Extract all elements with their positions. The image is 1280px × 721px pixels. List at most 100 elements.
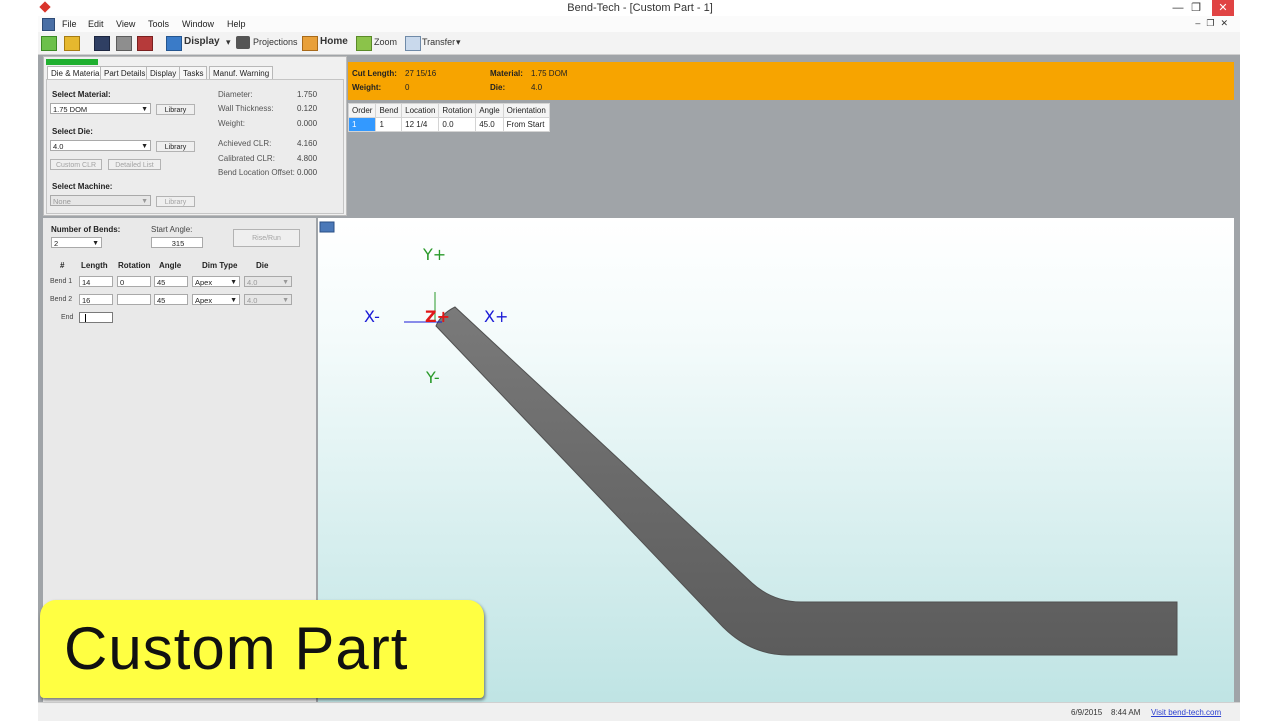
menu-view[interactable]: View bbox=[116, 19, 135, 29]
cell-rotation[interactable]: 0.0 bbox=[438, 117, 477, 132]
print-preview-icon[interactable] bbox=[137, 36, 153, 51]
number-of-bends-select[interactable]: 2 ▼ bbox=[51, 237, 102, 248]
custom-clr-button[interactable]: Custom CLR bbox=[50, 159, 102, 170]
projections-button[interactable]: Projections bbox=[253, 37, 298, 47]
tab-die-material[interactable]: Die & Material bbox=[47, 66, 106, 80]
bend-2-length-input[interactable]: 16 bbox=[79, 294, 113, 305]
display-icon[interactable] bbox=[166, 36, 182, 51]
rise-run-button[interactable]: Rise/Run bbox=[233, 229, 300, 247]
col-header-angle: Angle bbox=[159, 261, 182, 270]
number-of-bends-value: 2 bbox=[54, 239, 59, 248]
tab-manuf-warning[interactable]: Manuf. Warning bbox=[209, 66, 274, 80]
die-label: Die: bbox=[490, 83, 506, 92]
col-header-rotation[interactable]: Rotation bbox=[438, 103, 477, 118]
machine-select[interactable]: None ▼ bbox=[50, 195, 151, 206]
die-select[interactable]: 4.0 ▼ bbox=[50, 140, 151, 151]
tab-part-details[interactable]: Part Details bbox=[100, 66, 150, 80]
prop-label: Weight: bbox=[218, 119, 245, 128]
cell-location[interactable]: 12 1/4 bbox=[401, 117, 440, 132]
bend-2-angle-input[interactable]: 45 bbox=[154, 294, 188, 305]
bend-1-die-select[interactable]: 4.0 ▼ bbox=[244, 276, 292, 287]
machine-library-button[interactable]: Library bbox=[156, 196, 195, 207]
cell-angle[interactable]: 45.0 bbox=[475, 117, 504, 132]
save-icon[interactable] bbox=[94, 36, 110, 51]
bend-2-length-value: 16 bbox=[82, 296, 91, 305]
prop-label: Calibrated CLR: bbox=[218, 154, 275, 163]
detailed-list-button[interactable]: Detailed List bbox=[108, 159, 161, 170]
bend-1-dim-type-select[interactable]: Apex ▼ bbox=[192, 276, 240, 287]
menu-window[interactable]: Window bbox=[182, 19, 214, 29]
bend-2-die-select[interactable]: 4.0 ▼ bbox=[244, 294, 292, 305]
website-link[interactable]: Visit bend-tech.com bbox=[1151, 708, 1221, 717]
bend-2-dim-type-select[interactable]: Apex ▼ bbox=[192, 294, 240, 305]
bend-1-angle-input[interactable]: 45 bbox=[154, 276, 188, 287]
chevron-down-icon: ▼ bbox=[92, 240, 99, 247]
window-title: Bend-Tech - [Custom Part - 1] bbox=[567, 2, 713, 14]
material-library-button[interactable]: Library bbox=[156, 104, 195, 115]
prop-label: Achieved CLR: bbox=[218, 139, 272, 148]
bend-1-rotation-input[interactable]: 0 bbox=[117, 276, 151, 287]
menu-file[interactable]: File bbox=[62, 19, 77, 29]
z-plus-label: Z+ bbox=[425, 307, 450, 326]
col-header-location[interactable]: Location bbox=[401, 103, 440, 118]
col-header-angle[interactable]: Angle bbox=[475, 103, 504, 118]
camera-icon[interactable] bbox=[236, 36, 250, 49]
transfer-icon[interactable] bbox=[405, 36, 421, 51]
bend-2-angle-value: 45 bbox=[157, 296, 166, 305]
bent-tube[interactable] bbox=[435, 306, 1178, 656]
weight-value: 0 bbox=[405, 83, 410, 92]
table-row[interactable]: 1 1 12 1/4 0.0 45.0 From Start bbox=[347, 117, 550, 132]
home-icon[interactable] bbox=[302, 36, 318, 51]
cell-orientation[interactable]: From Start bbox=[502, 117, 550, 132]
material-label: Material: bbox=[490, 69, 523, 78]
chevron-down-icon: ▼ bbox=[282, 279, 289, 286]
material-select[interactable]: 1.75 DOM ▼ bbox=[50, 103, 151, 114]
die-library-button[interactable]: Library bbox=[156, 141, 195, 152]
new-part-icon[interactable] bbox=[41, 36, 57, 51]
tab-display[interactable]: Display bbox=[146, 66, 181, 80]
transfer-button[interactable]: Transfer bbox=[422, 37, 455, 47]
bend-1-length-input[interactable]: 14 bbox=[79, 276, 113, 287]
col-header-orientation[interactable]: Orientation bbox=[502, 103, 550, 118]
status-time: 8:44 AM bbox=[1111, 708, 1141, 717]
transfer-dropdown-icon[interactable]: ▾ bbox=[456, 37, 461, 48]
home-button[interactable]: Home bbox=[320, 36, 348, 47]
cell-bend[interactable]: 1 bbox=[375, 117, 403, 132]
print-icon[interactable] bbox=[116, 36, 132, 51]
end-length-input[interactable] bbox=[79, 312, 113, 323]
overlay-title: Custom Part bbox=[64, 615, 409, 682]
display-dropdown-icon[interactable]: ▾ bbox=[226, 37, 231, 48]
prop-label: Diameter: bbox=[218, 90, 253, 99]
prop-value: 0.000 bbox=[297, 168, 318, 177]
cut-length-label: Cut Length: bbox=[352, 69, 397, 78]
bend-1-die-value: 4.0 bbox=[247, 278, 258, 287]
document-icon bbox=[42, 18, 55, 31]
bend-2-rotation-input[interactable] bbox=[117, 294, 151, 305]
bend-1-angle-value: 45 bbox=[157, 278, 166, 287]
menu-tools[interactable]: Tools bbox=[148, 19, 169, 29]
toolbar: Display ▾ Projections Home Zoom Transfer… bbox=[38, 32, 1240, 55]
minimize-icon[interactable]: — bbox=[1168, 0, 1188, 16]
col-header-order[interactable]: Order bbox=[347, 103, 377, 118]
select-die-label: Select Die: bbox=[52, 127, 93, 136]
zoom-button[interactable]: Zoom bbox=[374, 37, 397, 47]
col-header-bend[interactable]: Bend bbox=[375, 103, 403, 118]
restore-icon[interactable]: ❐ bbox=[1186, 0, 1206, 16]
status-bar: 6/9/2015 8:44 AM Visit bend-tech.com bbox=[38, 702, 1240, 721]
cell-order[interactable]: 1 bbox=[347, 117, 377, 132]
status-date: 6/9/2015 bbox=[1071, 708, 1103, 717]
x-plus-label: X+ bbox=[484, 307, 508, 326]
menu-help[interactable]: Help bbox=[227, 19, 246, 29]
prop-value: 4.160 bbox=[297, 139, 318, 148]
tab-tasks[interactable]: Tasks bbox=[179, 66, 208, 80]
open-icon[interactable] bbox=[64, 36, 80, 51]
viewport-icon[interactable] bbox=[319, 221, 335, 233]
display-button[interactable]: Display bbox=[184, 36, 220, 47]
menu-edit[interactable]: Edit bbox=[88, 19, 104, 29]
prop-value: 0.000 bbox=[297, 119, 318, 128]
zoom-icon[interactable] bbox=[356, 36, 372, 51]
mdi-controls-icon[interactable]: –❐✕ bbox=[1195, 18, 1234, 29]
title-overlay-banner: Custom Part bbox=[40, 600, 484, 698]
start-angle-input[interactable]: 315 bbox=[151, 237, 203, 248]
close-icon[interactable]: ✕ bbox=[1212, 0, 1234, 16]
